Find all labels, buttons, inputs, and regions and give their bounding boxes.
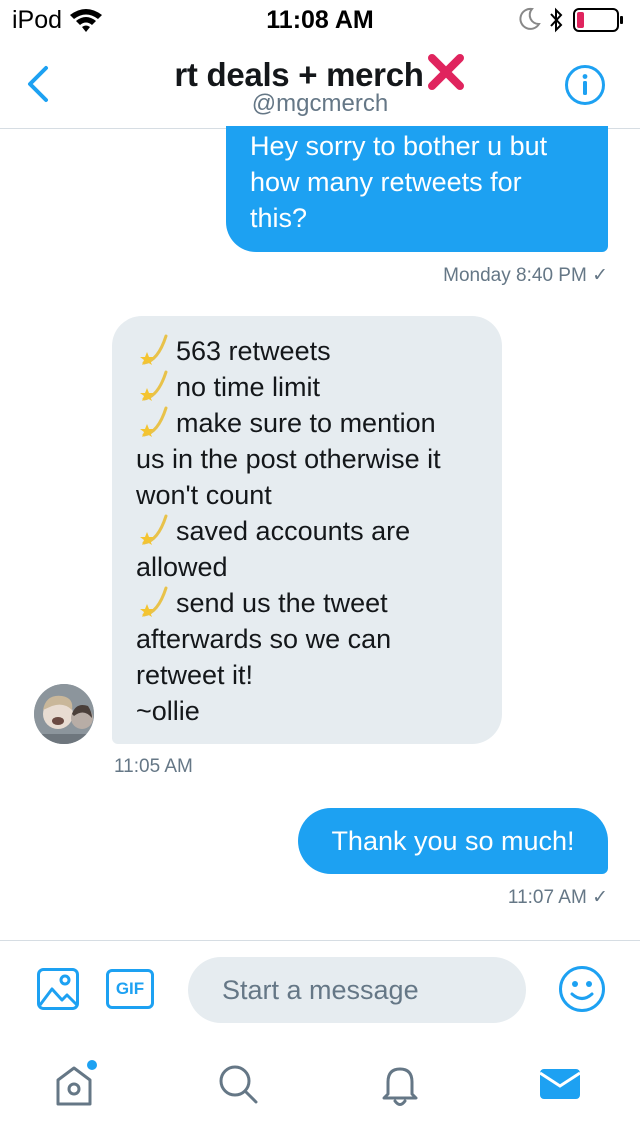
dizzy-emoji-icon xyxy=(140,370,168,401)
battery-icon xyxy=(573,8,623,32)
home-icon[interactable] xyxy=(44,1054,104,1114)
message-line: how many retweets for xyxy=(250,167,522,197)
message-composer: GIF xyxy=(0,940,640,1041)
message-line: afterwards so we can xyxy=(136,624,392,654)
conversation-header: rt deals + merch @mgcmerch xyxy=(0,40,640,129)
gif-button[interactable]: GIF xyxy=(106,969,154,1009)
message-line: us in the post otherwise it xyxy=(136,444,441,474)
sender-avatar[interactable] xyxy=(34,684,94,744)
do-not-disturb-icon xyxy=(519,7,541,30)
message-line: Hey sorry to bother u but xyxy=(250,131,548,161)
message-timestamp: Monday 8:40 PM ✓ xyxy=(443,265,608,286)
message-line: saved accounts are xyxy=(176,516,411,546)
red-x-emoji-icon xyxy=(427,54,464,90)
dizzy-emoji-icon xyxy=(140,514,168,545)
tab-bar xyxy=(0,1040,640,1136)
dizzy-emoji-icon xyxy=(140,406,168,437)
conversation-handle[interactable]: @mgcmerch xyxy=(0,90,640,118)
message-line: no time limit xyxy=(176,372,321,402)
photo-icon[interactable] xyxy=(36,967,80,1011)
message-line: allowed xyxy=(136,552,228,582)
dizzy-emoji-icon xyxy=(140,334,168,365)
avatar-photo xyxy=(34,684,94,744)
message-bubble-outgoing[interactable]: Thank you so much! xyxy=(298,808,608,874)
status-time: 11:08 AM xyxy=(266,6,374,34)
status-bar: iPod 11:08 AM xyxy=(0,0,640,40)
search-icon[interactable] xyxy=(208,1054,268,1114)
info-icon[interactable] xyxy=(564,64,606,106)
bell-icon[interactable] xyxy=(370,1054,430,1114)
conversation-name: rt deals + merch xyxy=(174,56,424,93)
smiley-icon[interactable] xyxy=(558,965,606,1013)
gif-label: GIF xyxy=(115,979,145,998)
bluetooth-icon xyxy=(550,7,563,33)
conversation-title[interactable]: rt deals + merch xyxy=(0,52,640,94)
message-line: this? xyxy=(250,203,308,233)
message-line: won't count xyxy=(136,480,272,510)
message-timestamp: 11:07 AM ✓ xyxy=(507,887,608,908)
message-bubble-outgoing[interactable]: Hey sorry to bother u but how many retwe… xyxy=(226,126,608,252)
dizzy-emoji-icon xyxy=(140,586,168,617)
message-line: send us the tweet xyxy=(176,588,388,618)
message-bubble-incoming[interactable]: 563 retweets no time limit make sure to … xyxy=(112,316,502,744)
message-line: make sure to mention xyxy=(176,408,436,438)
message-input[interactable] xyxy=(188,957,526,1023)
message-line: ~ollie xyxy=(136,696,200,726)
envelope-icon[interactable] xyxy=(530,1054,590,1114)
message-line: 563 retweets xyxy=(176,336,331,366)
message-line: retweet it! xyxy=(136,660,254,690)
message-timestamp: 11:05 AM xyxy=(114,756,193,777)
